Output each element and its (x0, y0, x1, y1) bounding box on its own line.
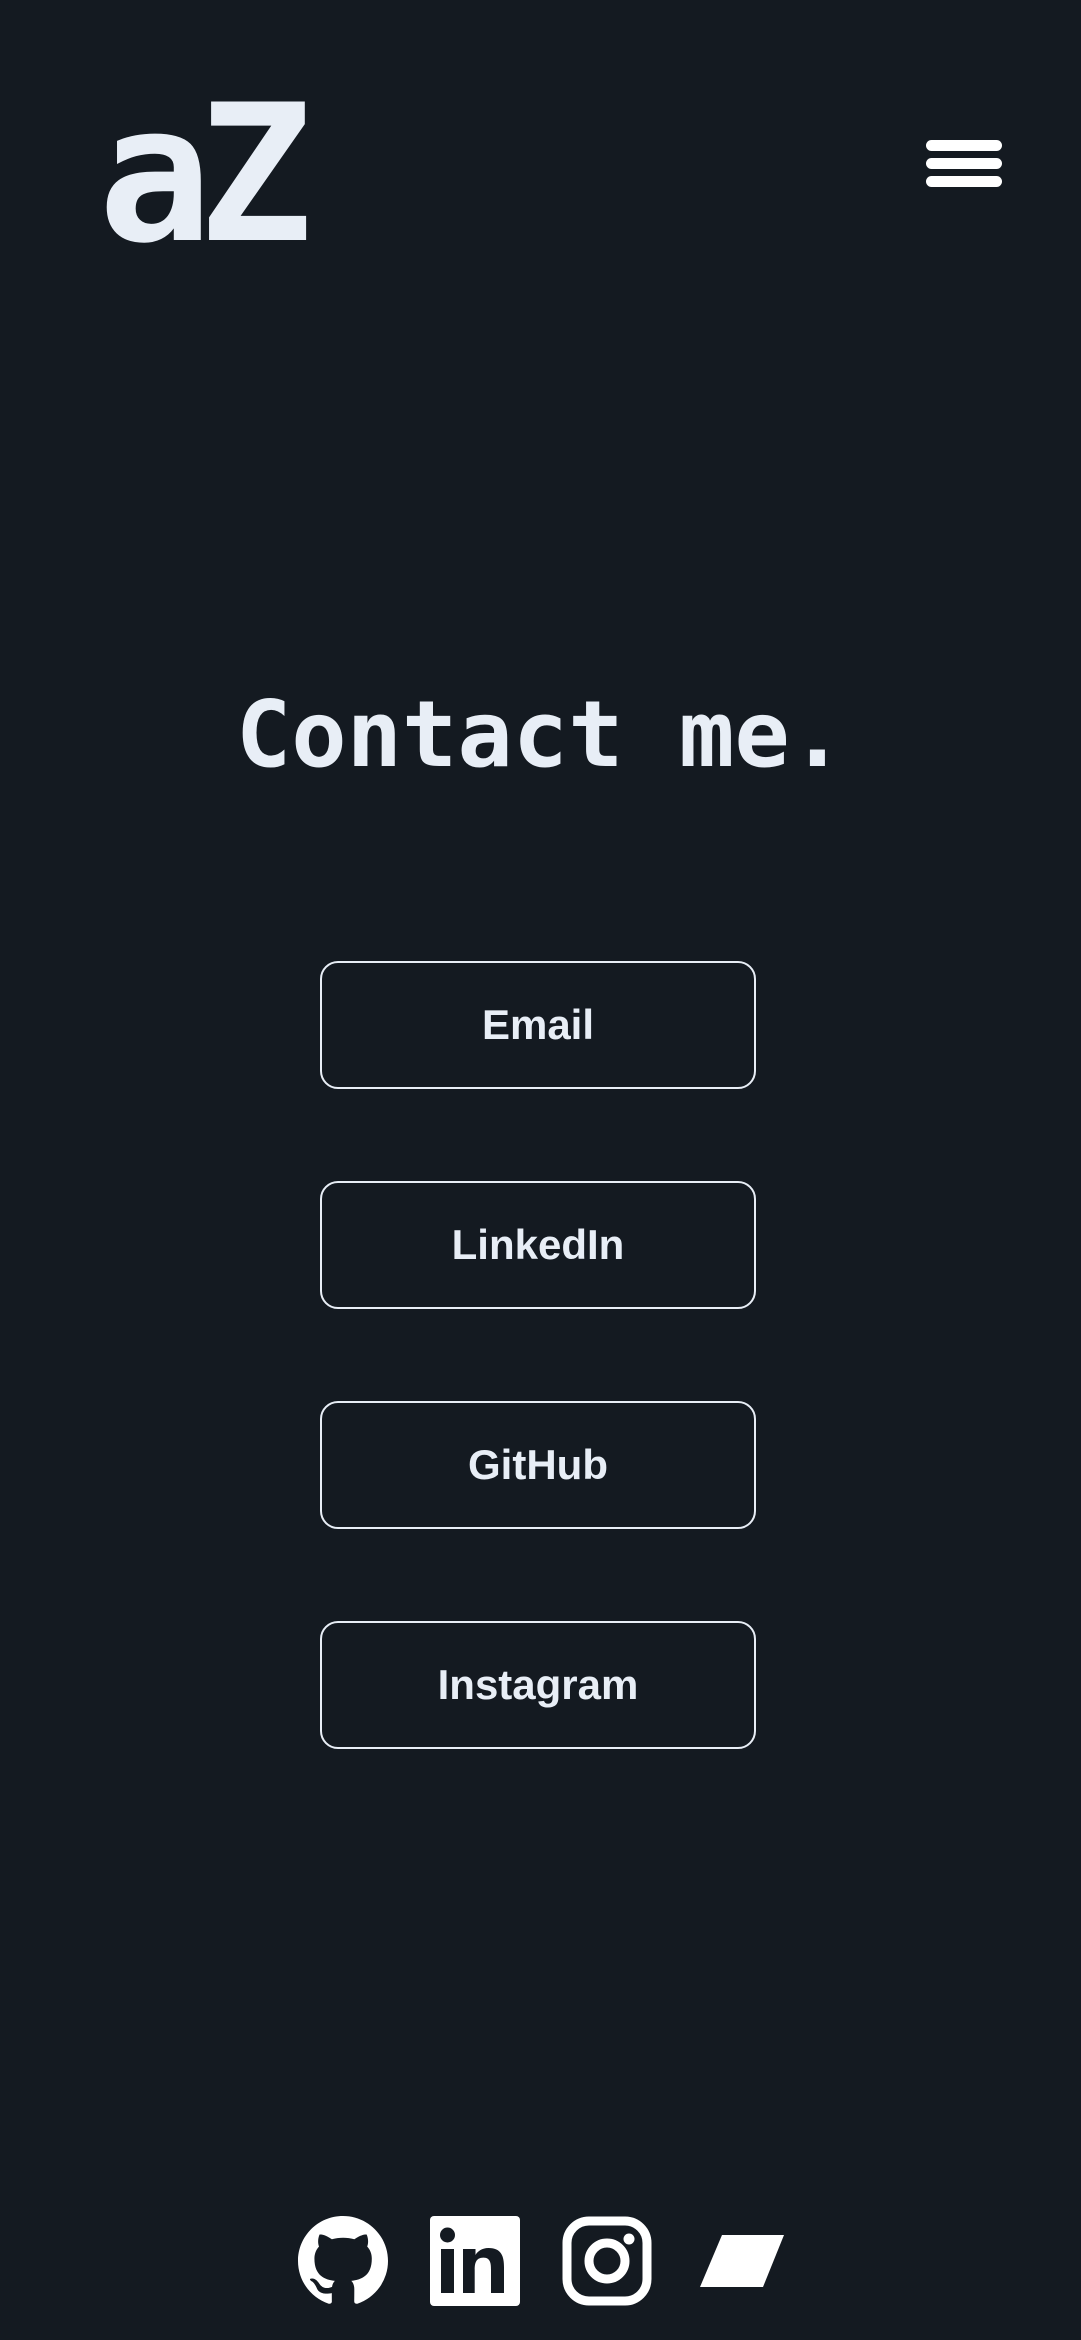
hamburger-menu-button[interactable] (924, 136, 1004, 198)
site-logo[interactable]: aZ (98, 80, 313, 270)
instagram-icon[interactable] (562, 2216, 652, 2306)
parallelogram-icon[interactable] (694, 2216, 784, 2306)
instagram-button[interactable]: Instagram (320, 1621, 756, 1749)
social-links (0, 2216, 1081, 2306)
hamburger-menu-icon-bar (926, 176, 1002, 187)
linkedin-button[interactable]: LinkedIn (320, 1181, 756, 1309)
page-title: Contact me. (235, 681, 846, 788)
linkedin-icon[interactable] (430, 2216, 520, 2306)
github-icon[interactable] (298, 2216, 388, 2306)
hamburger-menu-icon-bar (926, 158, 1002, 169)
email-button[interactable]: Email (320, 961, 756, 1089)
github-button[interactable]: GitHub (320, 1401, 756, 1529)
hamburger-menu-icon (926, 140, 1002, 151)
